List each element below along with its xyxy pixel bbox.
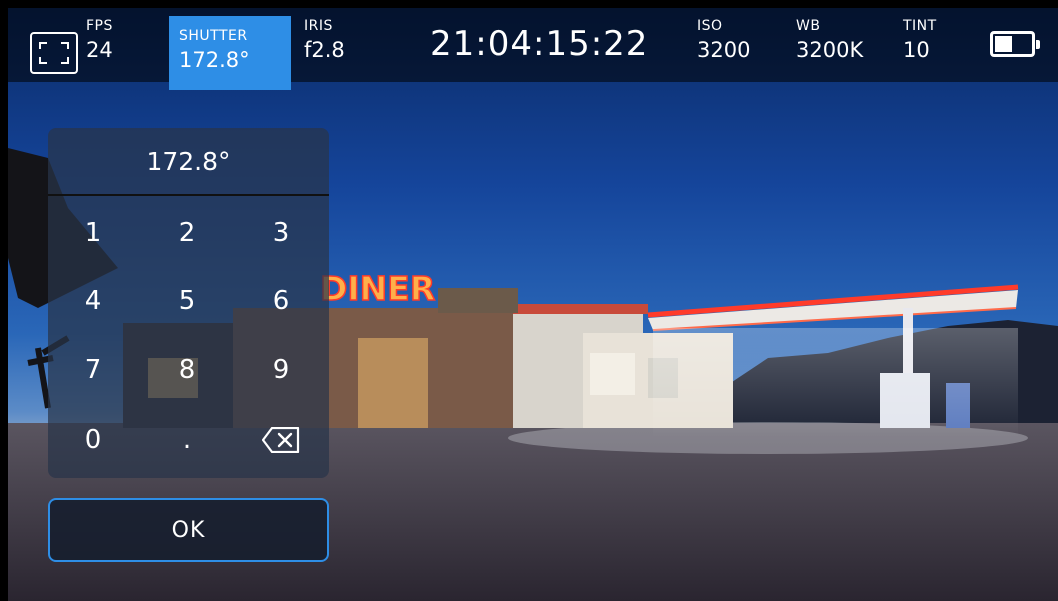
shutter-keypad: 172.8° 1 2 3 4 5 6 7 8 9 0 . (48, 128, 329, 478)
timecode-display[interactable]: 21:04:15:22 (430, 24, 648, 64)
shutter-label: SHUTTER (179, 28, 248, 44)
key-6[interactable]: 6 (236, 270, 326, 332)
key-2[interactable]: 2 (142, 202, 232, 264)
key-4[interactable]: 4 (48, 270, 138, 332)
key-3[interactable]: 3 (236, 202, 326, 264)
key-7[interactable]: 7 (48, 339, 138, 401)
wb-label: WB (796, 18, 821, 34)
key-9[interactable]: 9 (236, 339, 326, 401)
shutter-value: 172.8° (179, 48, 250, 72)
tint-control[interactable]: TINT 10 (903, 18, 937, 82)
key-5[interactable]: 5 (142, 270, 232, 332)
ok-button[interactable]: OK (48, 498, 329, 562)
backspace-key[interactable] (236, 409, 326, 471)
frame-guides-icon[interactable] (30, 32, 78, 74)
wb-value: 3200K (796, 38, 864, 62)
iris-label: IRIS (304, 18, 333, 34)
wb-control[interactable]: WB 3200K (796, 18, 863, 82)
keypad-keys: 1 2 3 4 5 6 7 8 9 0 . (48, 198, 329, 478)
tint-label: TINT (903, 18, 937, 34)
backspace-icon (262, 427, 300, 453)
fps-value: 24 (86, 38, 113, 62)
keypad-display: 172.8° (48, 128, 329, 196)
fps-control[interactable]: FPS 24 (86, 18, 113, 82)
key-decimal[interactable]: . (142, 409, 232, 471)
iris-value: f2.8 (304, 38, 345, 62)
iso-control[interactable]: ISO 3200 (697, 18, 750, 82)
status-bar: FPS 24 SHUTTER 172.8° IRIS f2.8 21:04:15… (8, 8, 1058, 90)
iso-value: 3200 (697, 38, 751, 62)
key-8[interactable]: 8 (142, 339, 232, 401)
shutter-control[interactable]: SHUTTER 172.8° (169, 16, 291, 90)
iso-label: ISO (697, 18, 723, 34)
iris-control[interactable]: IRIS f2.8 (304, 18, 345, 82)
battery-icon (990, 31, 1040, 57)
fps-label: FPS (86, 18, 113, 34)
tint-value: 10 (903, 38, 930, 62)
key-1[interactable]: 1 (48, 202, 138, 264)
key-0[interactable]: 0 (48, 409, 138, 471)
diner-sign: DINER (320, 269, 435, 308)
